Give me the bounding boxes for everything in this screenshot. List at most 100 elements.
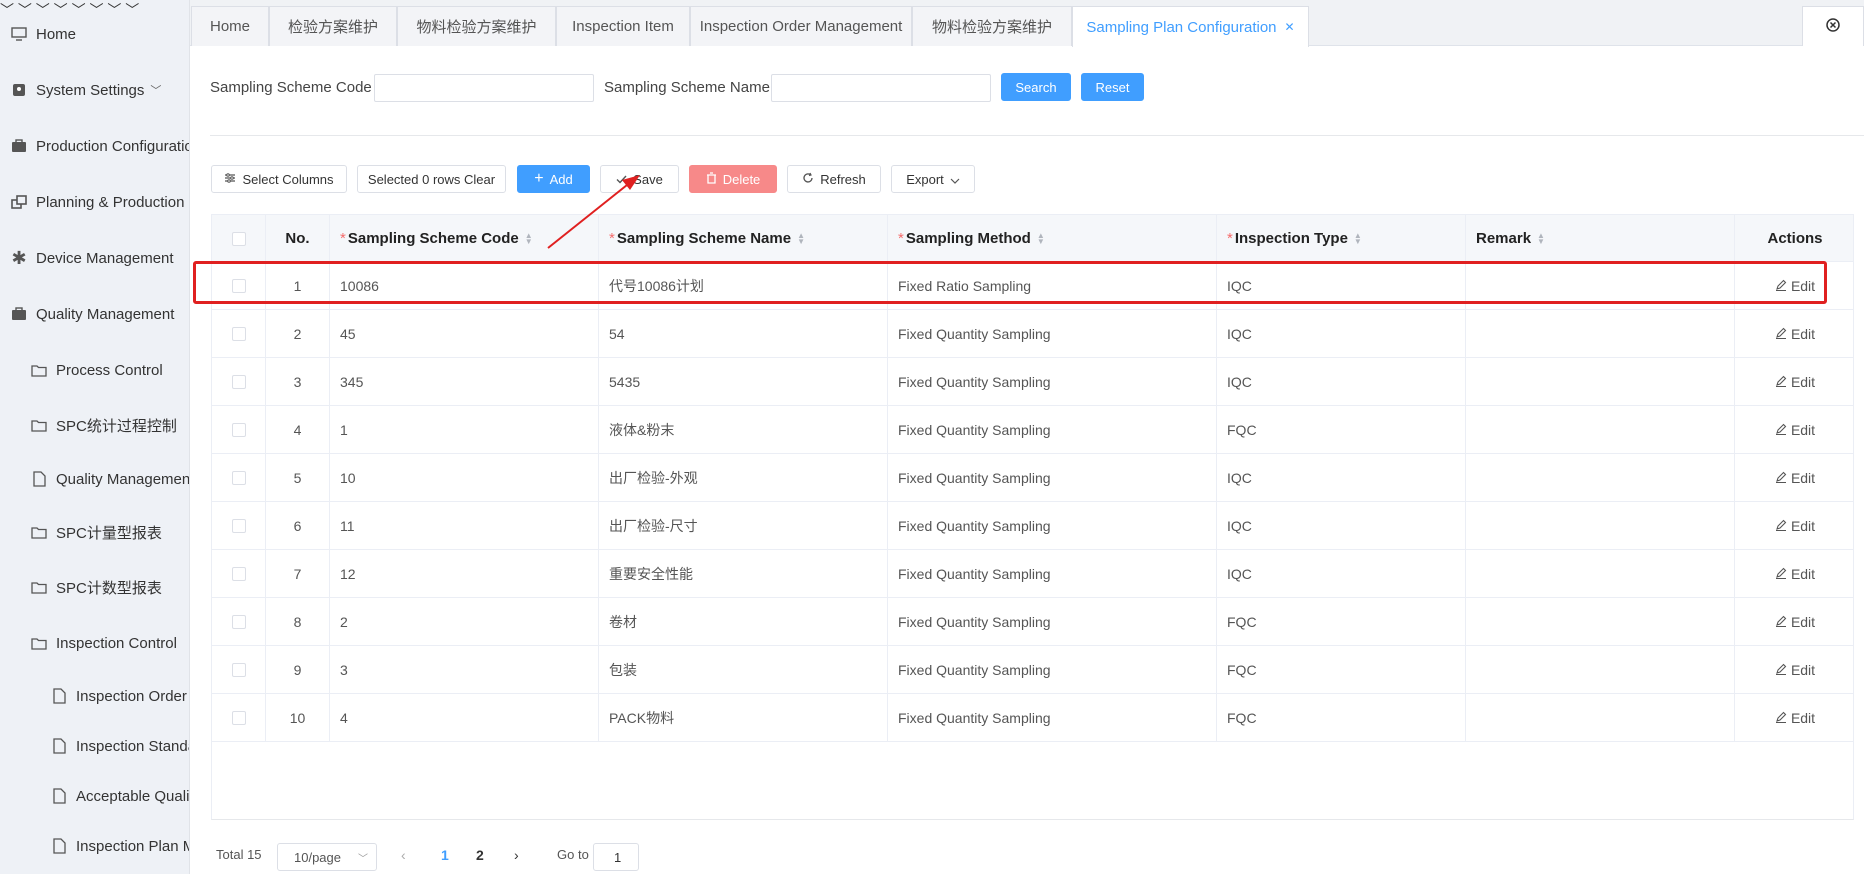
tab-label: Inspection Item bbox=[572, 18, 674, 35]
edit-button[interactable]: Edit bbox=[1775, 710, 1815, 726]
sidebar-item-production-configuration[interactable]: Production Configuration bbox=[10, 128, 189, 164]
table-row[interactable]: 8 2 卷材 Fixed Quantity Sampling FQC Edit bbox=[212, 598, 1853, 646]
sort-icon[interactable]: ▲ ▼ bbox=[1037, 231, 1045, 245]
edit-button[interactable]: Edit bbox=[1775, 662, 1815, 678]
row-select-cell bbox=[212, 262, 266, 310]
table-row[interactable]: 3 345 5435 Fixed Quantity Sampling IQC Edit bbox=[212, 358, 1853, 406]
page-size-select[interactable]: 10/page ﹀ bbox=[277, 843, 377, 871]
save-button[interactable]: Save bbox=[600, 165, 679, 193]
sidebar-item-spc-variable-report[interactable]: SPC计量型报表 bbox=[30, 514, 162, 550]
sidebar-item-system-settings[interactable]: System Settings ﹀ bbox=[10, 72, 161, 108]
row-checkbox[interactable] bbox=[231, 567, 246, 581]
sidebar-item-spc-attribute-report[interactable]: SPC计数型报表 bbox=[30, 569, 162, 605]
sidebar-item-acceptable-quality[interactable]: Acceptable Quality bbox=[50, 778, 190, 814]
row-checkbox[interactable] bbox=[231, 615, 246, 629]
sidebar-item-device-management[interactable]: ✱ Device Management bbox=[10, 240, 173, 276]
edit-icon bbox=[1775, 662, 1787, 678]
tab-inspection-item[interactable]: Inspection Item bbox=[556, 6, 690, 46]
scheme-code-input[interactable] bbox=[374, 74, 594, 102]
table-row[interactable]: 10 4 PACK物料 Fixed Quantity Sampling FQC Edit bbox=[212, 694, 1853, 742]
row-checkbox[interactable] bbox=[231, 711, 246, 725]
row-checkbox[interactable] bbox=[231, 663, 246, 677]
edit-button[interactable]: Edit bbox=[1775, 278, 1815, 294]
select-all-checkbox[interactable] bbox=[231, 231, 246, 246]
sidebar-item-spc-process[interactable]: SPC统计过程控制 bbox=[30, 407, 177, 443]
sidebar-item-quality-management[interactable]: Quality Management bbox=[10, 296, 174, 332]
close-icon[interactable]: ✕ bbox=[1285, 20, 1295, 34]
sidebar-item-home[interactable]: Home bbox=[10, 16, 76, 52]
tab-material-inspection-scheme-2[interactable]: 物料检验方案维护 bbox=[912, 6, 1072, 46]
sidebar-item-planning-production[interactable]: Planning & Production bbox=[10, 184, 184, 220]
sidebar-item-inspection-plan[interactable]: Inspection Plan Ma bbox=[50, 828, 189, 864]
edit-button[interactable]: Edit bbox=[1775, 422, 1815, 438]
edit-button[interactable]: Edit bbox=[1775, 566, 1815, 582]
table-row[interactable]: 7 12 重要安全性能 Fixed Quantity Sampling IQC Edit bbox=[212, 550, 1853, 598]
goto-page-input[interactable] bbox=[593, 843, 639, 871]
add-button[interactable]: + Add bbox=[517, 165, 590, 193]
clear-selection-button[interactable]: Selected 0 rows Clear bbox=[357, 165, 506, 193]
col-actions: Actions bbox=[1767, 230, 1823, 247]
prev-page-button[interactable]: ‹ bbox=[401, 847, 406, 863]
next-page-button[interactable]: › bbox=[514, 847, 519, 863]
export-dropdown[interactable]: Export bbox=[891, 165, 975, 193]
refresh-button[interactable]: Refresh bbox=[787, 165, 881, 193]
tab-material-inspection-scheme[interactable]: 物料检验方案维护 bbox=[397, 6, 556, 46]
sort-icon[interactable]: ▲ ▼ bbox=[525, 231, 533, 245]
col-code[interactable]: * Sampling Scheme Code ▲ ▼ bbox=[330, 215, 599, 262]
sidebar-item-inspection-standard[interactable]: Inspection Standar bbox=[50, 728, 189, 764]
sidebar-item-label: SPC计量型报表 bbox=[56, 524, 162, 542]
cell-no: 3 bbox=[266, 358, 330, 406]
edit-button[interactable]: Edit bbox=[1775, 614, 1815, 630]
edit-icon bbox=[1775, 566, 1787, 582]
table-row[interactable]: 4 1 液体&粉末 Fixed Quantity Sampling FQC Edit bbox=[212, 406, 1853, 454]
table-row[interactable]: 5 10 出厂检验-外观 Fixed Quantity Sampling IQC Edit bbox=[212, 454, 1853, 502]
row-checkbox[interactable] bbox=[231, 423, 246, 437]
table-row[interactable]: 9 3 包装 Fixed Quantity Sampling FQC Edit bbox=[212, 646, 1853, 694]
scheme-name-input[interactable] bbox=[771, 74, 991, 102]
edit-button[interactable]: Edit bbox=[1775, 518, 1815, 534]
reset-button[interactable]: Reset bbox=[1081, 73, 1144, 101]
col-method[interactable]: * Sampling Method ▲ ▼ bbox=[888, 215, 1217, 262]
cell-name: 重要安全性能 bbox=[599, 550, 888, 598]
page-1[interactable]: 1 bbox=[441, 847, 449, 863]
close-all-tabs-button[interactable] bbox=[1802, 6, 1864, 46]
sidebar-item-inspection-order[interactable]: Inspection Order M bbox=[50, 678, 189, 714]
delete-button[interactable]: Delete bbox=[689, 165, 777, 193]
row-checkbox[interactable] bbox=[231, 279, 246, 293]
select-all-cell[interactable] bbox=[212, 215, 266, 262]
edit-button[interactable]: Edit bbox=[1775, 470, 1815, 486]
sidebar-item-quality-management-i[interactable]: Quality Management I bbox=[30, 461, 189, 497]
edit-button[interactable]: Edit bbox=[1775, 374, 1815, 390]
actions-cell: Edit bbox=[1735, 502, 1855, 550]
row-checkbox[interactable] bbox=[231, 375, 246, 389]
col-name[interactable]: * Sampling Scheme Name ▲ ▼ bbox=[599, 215, 888, 262]
row-checkbox[interactable] bbox=[231, 471, 246, 485]
tab-sampling-plan-configuration[interactable]: Sampling Plan Configuration ✕ bbox=[1072, 6, 1309, 47]
table-row[interactable]: 1 10086 代号10086计划 Fixed Ratio Sampling IQC Ed… bbox=[212, 262, 1853, 310]
cell-name: 代号10086计划 bbox=[599, 262, 888, 310]
sidebar-item-process-control[interactable]: Process Control bbox=[30, 352, 163, 388]
tab-inspection-order-management[interactable]: Inspection Order Management bbox=[690, 6, 912, 46]
sort-icon[interactable]: ▲ ▼ bbox=[797, 231, 805, 245]
briefcase-icon bbox=[10, 305, 28, 323]
table-row[interactable]: 2 45 54 Fixed Quantity Sampling IQC Edit bbox=[212, 310, 1853, 358]
select-columns-button[interactable]: Select Columns bbox=[211, 165, 347, 193]
sort-icon[interactable]: ▲ ▼ bbox=[1354, 231, 1362, 245]
row-checkbox[interactable] bbox=[231, 327, 246, 341]
edit-label: Edit bbox=[1790, 566, 1816, 582]
total-count: Total 15 bbox=[216, 847, 262, 862]
col-type[interactable]: * Inspection Type ▲ ▼ bbox=[1217, 215, 1466, 262]
cell-code: 4 bbox=[330, 694, 599, 742]
tab-inspection-scheme[interactable]: 检验方案维护 bbox=[269, 6, 397, 46]
sidebar-item-inspection-control[interactable]: Inspection Control bbox=[30, 625, 177, 661]
tab-home[interactable]: Home bbox=[191, 6, 269, 46]
edit-button[interactable]: Edit bbox=[1775, 326, 1815, 342]
table-row[interactable]: 6 11 出厂检验-尺寸 Fixed Quantity Sampling IQC Edit bbox=[212, 502, 1853, 550]
sidebar-item-label: Acceptable Quality bbox=[76, 787, 190, 805]
cell-no: 5 bbox=[266, 454, 330, 502]
col-remark[interactable]: Remark ▲ ▼ bbox=[1466, 215, 1735, 262]
row-checkbox[interactable] bbox=[231, 519, 246, 533]
page-2[interactable]: 2 bbox=[476, 847, 484, 863]
sort-icon[interactable]: ▲ ▼ bbox=[1537, 231, 1545, 245]
search-button[interactable]: Search bbox=[1001, 73, 1071, 101]
